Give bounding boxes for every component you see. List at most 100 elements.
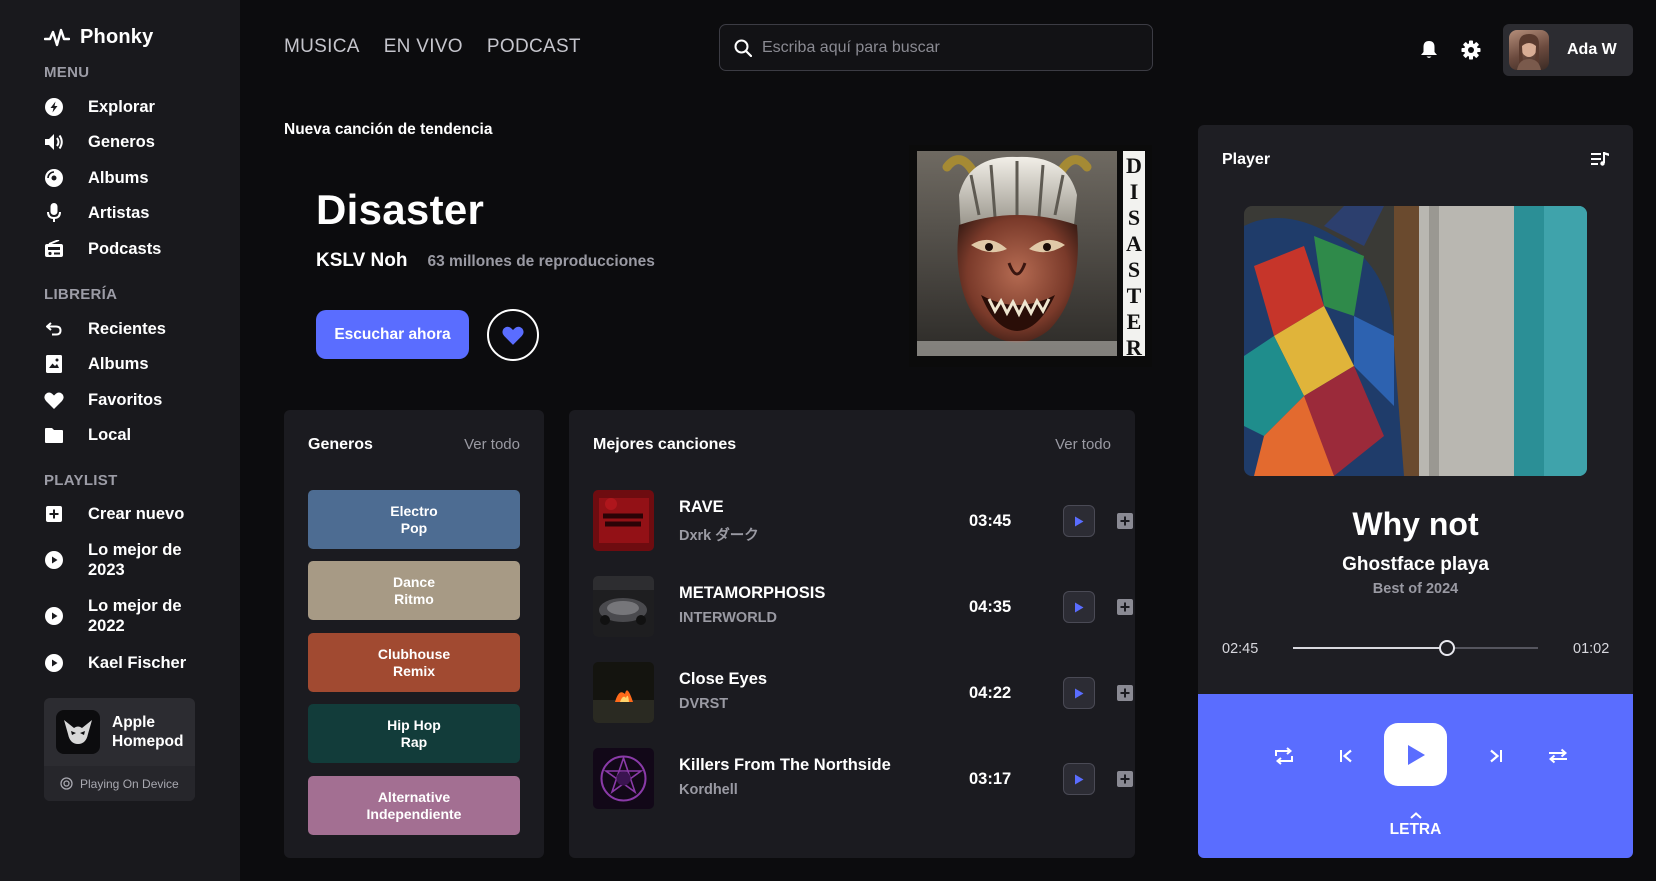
add-to-playlist-icon[interactable]: [1117, 771, 1133, 787]
genre-tile[interactable]: Alternative Independiente: [308, 776, 520, 835]
repeat-icon[interactable]: [1272, 744, 1296, 768]
avatar: [1509, 30, 1549, 70]
now-playing-artist[interactable]: Ghostface playa: [1198, 554, 1633, 576]
sidebar-item-label: Recientes: [88, 319, 166, 338]
sidebar-item-library-albums[interactable]: Albums: [44, 354, 149, 374]
genre-label: Remix: [392, 662, 436, 679]
song-row[interactable]: Close Eyes DVRST 04:22: [593, 662, 1133, 724]
user-name: Ada W: [1567, 41, 1617, 58]
play-icon: [1075, 516, 1084, 526]
genre-tile[interactable]: Electro Pop: [308, 490, 520, 549]
now-playing-cover-art: [1244, 206, 1587, 476]
search-bar[interactable]: [719, 24, 1153, 71]
top-nav: MUSICA EN VIVO PODCAST: [284, 36, 581, 58]
sidebar-item-local[interactable]: Local: [44, 425, 131, 445]
add-to-playlist-icon[interactable]: [1117, 599, 1133, 615]
play-circle-icon: [44, 550, 64, 570]
song-title: Killers From The Northside: [679, 756, 891, 774]
play-circle-icon: [44, 606, 64, 626]
play-circle-icon: [44, 653, 64, 673]
speaker-icon: [44, 132, 64, 152]
skip-previous-icon[interactable]: [1334, 744, 1358, 768]
song-duration: 04:22: [969, 684, 1012, 702]
gear-icon[interactable]: [1461, 40, 1481, 60]
progress-fill: [1293, 647, 1448, 649]
player-panel: Player Why not Ghostface playa Best of 2…: [1198, 125, 1633, 858]
folder-icon: [44, 425, 64, 445]
sidebar-item-best-2023[interactable]: Lo mejor de 2023: [44, 540, 198, 580]
genre-label: Electro: [390, 502, 438, 519]
song-row[interactable]: Killers From The Northside Kordhell 03:1…: [593, 748, 1133, 810]
song-row[interactable]: RAVE Dxrk ダーク 03:45: [593, 490, 1133, 552]
genre-tile[interactable]: Clubhouse Remix: [308, 633, 520, 692]
sidebar-item-label: Favoritos: [88, 390, 163, 409]
top-songs-see-all-link[interactable]: Ver todo: [1055, 436, 1111, 453]
app-logo[interactable]: Phonky: [44, 26, 153, 49]
heart-icon: [502, 326, 524, 345]
menu-section-label: MENU: [44, 64, 90, 81]
queue-icon[interactable]: [1591, 151, 1609, 167]
now-playing-title: Why not: [1352, 506, 1479, 542]
hero-meta: KSLV Noh 63 millones de reproducciones: [316, 250, 655, 272]
song-title: Close Eyes: [679, 670, 768, 688]
play-button[interactable]: [1063, 677, 1095, 709]
speaker-device-icon: [60, 777, 73, 790]
favorite-button[interactable]: [487, 309, 539, 361]
play-icon: [1407, 744, 1425, 765]
sidebar-item-favoritos[interactable]: Favoritos: [44, 390, 162, 410]
add-to-playlist-icon[interactable]: [1117, 685, 1133, 701]
listen-now-button[interactable]: Escuchar ahora: [316, 310, 469, 359]
sidebar-item-label: Explorar: [88, 97, 155, 116]
album-icon: [44, 354, 64, 374]
play-button[interactable]: [1063, 505, 1095, 537]
genre-label: Clubhouse: [377, 645, 451, 662]
genre-tile[interactable]: Dance Ritmo: [308, 561, 520, 620]
sidebar-item-albums[interactable]: Albums: [44, 168, 149, 188]
play-button[interactable]: [1063, 763, 1095, 795]
play-pause-button[interactable]: [1384, 723, 1447, 786]
genre-tile[interactable]: Hip Hop Rap: [308, 704, 520, 763]
play-button[interactable]: [1063, 591, 1095, 623]
hero-artist[interactable]: KSLV Noh: [316, 250, 407, 272]
elapsed-time: 02:45: [1222, 641, 1259, 657]
genres-see-all-link[interactable]: Ver todo: [464, 436, 520, 453]
lyrics-toggle[interactable]: LETRA: [1198, 812, 1633, 839]
genres-title: Generos: [308, 436, 373, 453]
sidebar-item-podcasts[interactable]: Podcasts: [44, 239, 161, 259]
sidebar-item-artistas[interactable]: Artistas: [44, 203, 149, 223]
genre-label: Pop: [400, 519, 428, 536]
skip-next-icon[interactable]: [1484, 744, 1508, 768]
progress-handle[interactable]: [1439, 640, 1456, 656]
genre-label: Ritmo: [394, 590, 434, 607]
oni-mask-artwork: DISASTER: [909, 145, 1152, 367]
song-title: METAMORPHOSIS: [679, 584, 826, 602]
device-card[interactable]: Apple Homepod Playing On Device: [44, 698, 195, 801]
tab-en-vivo[interactable]: EN VIVO: [384, 36, 463, 58]
plus-square-icon: [44, 504, 64, 524]
hero-cover-art[interactable]: DISASTER: [909, 145, 1152, 367]
song-thumbnail: [593, 748, 654, 809]
sidebar-item-best-2022[interactable]: Lo mejor de 2022: [44, 596, 198, 636]
genre-label: Hip Hop: [387, 716, 441, 733]
progress-bar[interactable]: [1293, 640, 1538, 656]
user-menu[interactable]: Ada W: [1503, 24, 1633, 76]
playlist-section-label: PLAYLIST: [44, 472, 118, 489]
sidebar-item-explorar[interactable]: Explorar: [44, 97, 155, 117]
sidebar-item-generos[interactable]: Generos: [44, 132, 155, 152]
player-title: Player: [1222, 151, 1271, 168]
search-input[interactable]: [762, 38, 1142, 57]
genre-label: Dance: [392, 573, 436, 590]
device-name: Apple Homepod: [112, 714, 184, 750]
sidebar-item-recientes[interactable]: Recientes: [44, 319, 166, 339]
add-to-playlist-icon[interactable]: [1117, 513, 1133, 529]
sidebar-item-crear-nuevo[interactable]: Crear nuevo: [44, 504, 184, 524]
tab-podcast[interactable]: PODCAST: [487, 36, 581, 58]
play-icon: [1075, 688, 1084, 698]
tab-musica[interactable]: MUSICA: [284, 36, 360, 58]
sidebar-item-kael-fischer[interactable]: Kael Fischer: [44, 653, 186, 673]
song-thumbnail: [593, 490, 654, 551]
song-row[interactable]: METAMORPHOSIS INTERWORLD 04:35: [593, 576, 1133, 638]
sidebar-item-label: Lo mejor de 2022: [88, 597, 182, 635]
shuffle-icon[interactable]: [1546, 744, 1570, 768]
bell-icon[interactable]: [1420, 40, 1440, 60]
